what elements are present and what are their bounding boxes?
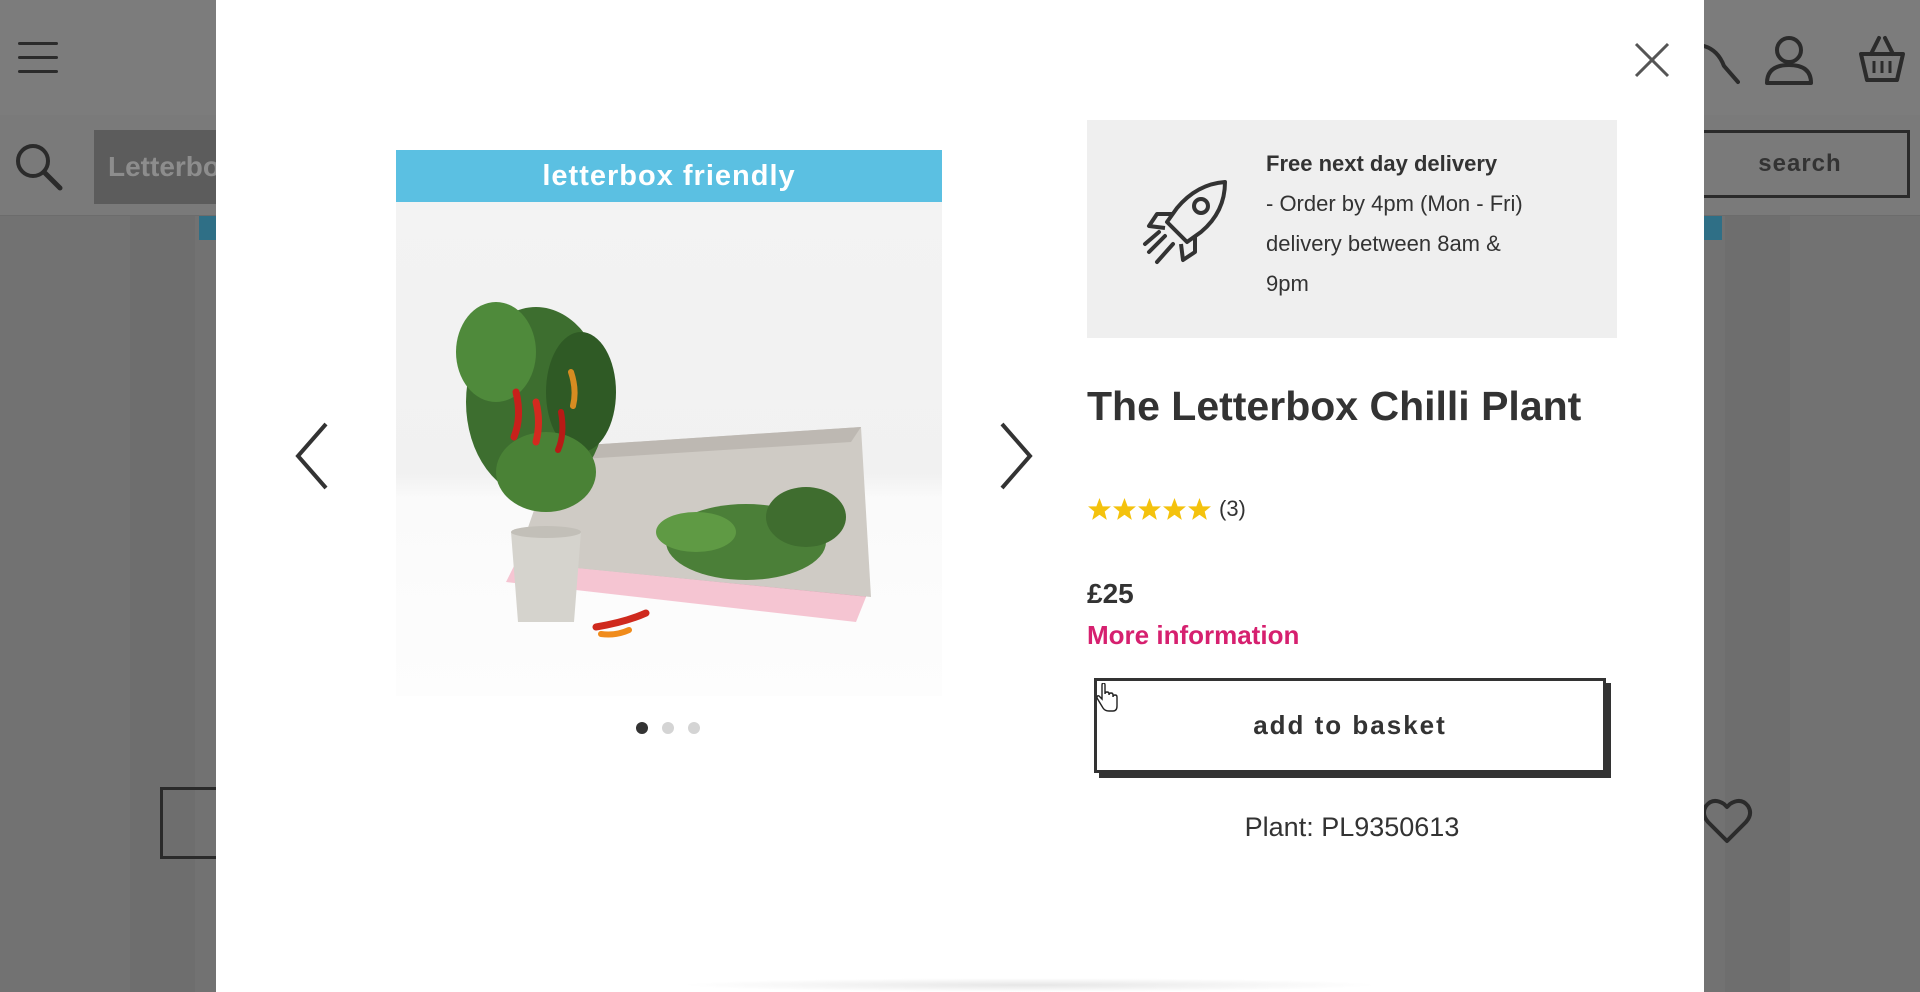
heart-icon[interactable] bbox=[1700, 796, 1754, 846]
product-price: £25 bbox=[1087, 578, 1134, 609]
carousel-dot-1[interactable] bbox=[636, 722, 648, 734]
product-image-carousel[interactable]: letterbox friendly bbox=[396, 150, 942, 696]
star-icon bbox=[1113, 497, 1136, 520]
modal-divider bbox=[680, 978, 1380, 992]
letterbox-friendly-banner: letterbox friendly bbox=[396, 150, 942, 202]
star-icon bbox=[1188, 497, 1211, 520]
content-gutter bbox=[1725, 216, 1790, 992]
account-icon[interactable] bbox=[1764, 34, 1814, 86]
carousel-dot-2[interactable] bbox=[662, 722, 674, 734]
rating-count: (3) bbox=[1219, 496, 1246, 521]
add-to-basket-button[interactable]: add to basket bbox=[1094, 678, 1606, 773]
content-gutter bbox=[130, 216, 195, 992]
delivery-info-box: Free next day delivery - Order by 4pm (M… bbox=[1087, 120, 1617, 338]
search-icon[interactable] bbox=[1704, 36, 1740, 86]
delivery-line: - Order by 4pm (Mon - Fri) bbox=[1266, 191, 1523, 216]
product-image bbox=[396, 202, 942, 696]
more-information-link[interactable]: More information bbox=[1087, 620, 1299, 651]
star-icon bbox=[1163, 497, 1186, 520]
delivery-title: Free next day delivery bbox=[1266, 151, 1498, 176]
basket-icon[interactable] bbox=[1857, 34, 1907, 84]
search-icon[interactable] bbox=[12, 140, 64, 192]
search-button[interactable]: search bbox=[1690, 130, 1910, 198]
hand-cursor-icon bbox=[1096, 683, 1118, 712]
delivery-line: 9pm bbox=[1266, 271, 1309, 296]
product-rating[interactable]: (3) bbox=[1087, 496, 1246, 522]
product-sku: Plant: PL9350613 bbox=[1244, 812, 1460, 842]
product-title: The Letterbox Chilli Plant bbox=[1087, 383, 1582, 429]
delivery-line: delivery between 8am & bbox=[1266, 231, 1501, 256]
carousel-dot-3[interactable] bbox=[688, 722, 700, 734]
product-card-outline bbox=[160, 787, 220, 859]
close-icon[interactable] bbox=[1634, 42, 1670, 78]
star-icon bbox=[1088, 497, 1111, 520]
banner-strip bbox=[199, 216, 217, 240]
chevron-right-icon[interactable] bbox=[994, 418, 1038, 494]
carousel-pagination bbox=[636, 722, 700, 734]
hamburger-menu-icon[interactable] bbox=[18, 42, 58, 76]
chevron-left-icon[interactable] bbox=[290, 418, 334, 494]
rocket-icon bbox=[1143, 180, 1227, 264]
star-icon bbox=[1138, 497, 1161, 520]
banner-strip bbox=[1704, 216, 1722, 240]
